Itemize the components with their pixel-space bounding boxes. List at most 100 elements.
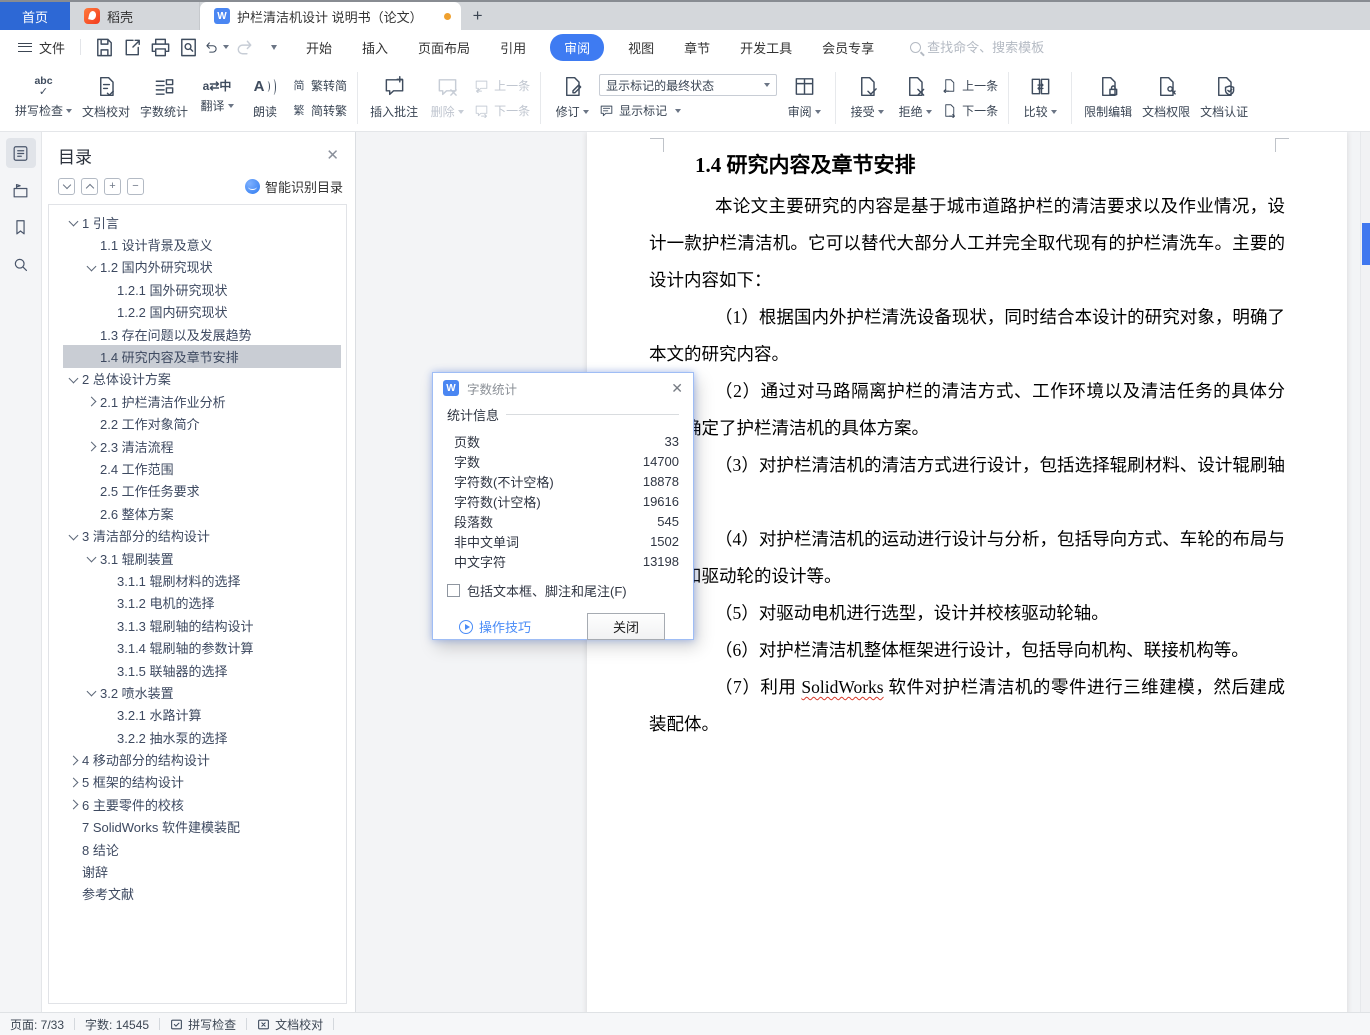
menu-tab[interactable]: 开始 — [300, 34, 338, 61]
toc-item[interactable]: 2.3 清洁流程 — [49, 435, 346, 457]
menu-tab[interactable]: 章节 — [678, 34, 716, 61]
toc-item[interactable]: 3.2.1 水路计算 — [49, 704, 346, 726]
compare-button[interactable]: 比较 — [1016, 68, 1064, 128]
toc-item[interactable]: 3.2.2 抽水泵的选择 — [49, 726, 346, 748]
toc-item[interactable]: 3.1 辊刷装置 — [49, 547, 346, 569]
file-menu-button[interactable]: 文件 — [12, 38, 71, 57]
search-input[interactable] — [927, 39, 1078, 55]
toc-item[interactable]: 1.2 国内外研究现状 — [49, 256, 346, 278]
command-search[interactable] — [910, 39, 1078, 55]
save-button[interactable] — [91, 35, 117, 59]
toc-item[interactable]: 4 移动部分的结构设计 — [49, 748, 346, 770]
rail-navigation-button[interactable] — [6, 175, 36, 205]
restrict-edit-icon — [1097, 75, 1117, 98]
toc-item[interactable]: 2.6 整体方案 — [49, 502, 346, 524]
toc-item[interactable]: 3.1.4 辊刷轴的参数计算 — [49, 636, 346, 658]
scrollbar-thumb[interactable] — [1362, 223, 1370, 265]
toc-item[interactable]: 1 引言 — [49, 211, 346, 233]
toc-item[interactable]: 8 结论 — [49, 838, 346, 860]
menu-tab[interactable]: 视图 — [622, 34, 660, 61]
undo-button[interactable] — [203, 35, 230, 59]
toc-item[interactable]: 谢辞 — [49, 860, 346, 882]
collapse-all-button[interactable] — [81, 178, 98, 195]
toc-item[interactable]: 2 总体设计方案 — [49, 368, 346, 390]
restrict-edit-button[interactable]: 限制编辑 — [1079, 68, 1137, 128]
toc-item[interactable]: 2.1 护栏清洁作业分析 — [49, 390, 346, 412]
toc-item[interactable]: 2.4 工作范围 — [49, 457, 346, 479]
read-aloud-button[interactable]: A 朗读 — [241, 68, 289, 128]
tab-home[interactable]: 首页 — [0, 2, 70, 30]
toc-item[interactable]: 3.1.1 辊刷材料的选择 — [49, 569, 346, 591]
toc-item[interactable]: 2.5 工作任务要求 — [49, 480, 346, 502]
menu-tab[interactable]: 插入 — [356, 34, 394, 61]
toc-item[interactable]: 6 主要零件的校核 — [49, 793, 346, 815]
menu-tab[interactable]: 引用 — [494, 34, 532, 61]
accept-change-button[interactable]: 接受 — [843, 68, 891, 128]
rail-bookmark-button[interactable] — [6, 212, 36, 242]
menu-tab[interactable]: 页面布局 — [412, 34, 476, 61]
toc-item[interactable]: 1.1 设计背景及意义 — [49, 233, 346, 255]
toc-item[interactable]: 1.2.2 国内研究现状 — [49, 301, 346, 323]
toc-item[interactable]: 1.4 研究内容及章节安排 — [49, 345, 346, 369]
show-markup-button[interactable]: 显示标记 — [599, 100, 777, 121]
print-button[interactable] — [147, 35, 173, 59]
prev-change-button[interactable]: 上一条 — [942, 75, 998, 96]
trad-to-simp-button[interactable]: 简繁转简 — [292, 75, 348, 96]
word-count-button[interactable]: 字数统计 — [135, 68, 193, 128]
new-tab-button[interactable]: + — [461, 2, 495, 30]
simp-to-trad-button[interactable]: 繁简转繁 — [292, 100, 348, 121]
stat-row: 字符数(不计空格) 18878 — [447, 471, 679, 491]
dialog-title-bar[interactable]: W 字数统计 ✕ — [433, 373, 693, 403]
toc-close-button[interactable]: ✕ — [326, 148, 339, 163]
print-preview-button[interactable] — [175, 35, 201, 59]
toc-item[interactable]: 1.3 存在问题以及发展趋势 — [49, 323, 346, 345]
document-page[interactable]: 1.4 研究内容及章节安排 本论文主要研究的内容是基于城市道路护栏的清洁要求以及… — [587, 132, 1347, 1012]
menu-tab[interactable]: 开发工具 — [734, 34, 798, 61]
spell-check-button[interactable]: abc ✓ 拼写检查 — [10, 68, 77, 128]
toc-item[interactable]: 2.2 工作对象简介 — [49, 413, 346, 435]
toc-item[interactable]: 3 清洁部分的结构设计 — [49, 524, 346, 546]
toolbar-more-button[interactable] — [259, 35, 285, 59]
rail-toc-button[interactable] — [5, 138, 36, 168]
next-change-button[interactable]: 下一条 — [942, 100, 998, 121]
vertical-scrollbar[interactable] — [1360, 132, 1370, 1012]
menu-tab[interactable]: 会员专享 — [816, 34, 880, 61]
smart-recognize-toc-button[interactable]: 智能识别目录 — [244, 177, 343, 196]
tab-document[interactable]: W 护栏清洁机设计 说明书（论文） — [200, 2, 461, 30]
tips-link[interactable]: 操作技巧 — [459, 617, 531, 636]
doc-auth-button[interactable]: 文档认证 — [1195, 68, 1253, 128]
close-button[interactable]: 关闭 — [587, 613, 665, 640]
toc-item[interactable]: 7 SolidWorks 软件建模装配 — [49, 816, 346, 838]
insert-comment-button[interactable]: 插入批注 — [365, 68, 423, 128]
ribbon-separator — [835, 71, 837, 124]
export-button[interactable] — [119, 35, 145, 59]
toc-chevron-icon — [85, 461, 100, 475]
track-changes-button[interactable]: 修订 — [548, 68, 596, 128]
expand-level-button[interactable]: + — [104, 178, 121, 195]
toc-item[interactable]: 3.2 喷水装置 — [49, 681, 346, 703]
toc-item[interactable]: 3.1.2 电机的选择 — [49, 592, 346, 614]
toc-chevron-icon — [85, 238, 100, 252]
redo-button — [231, 35, 257, 59]
toc-chevron-icon — [67, 820, 82, 834]
doc-permission-button[interactable]: 文档权限 — [1137, 68, 1195, 128]
expand-all-button[interactable] — [58, 178, 75, 195]
toc-item[interactable]: 参考文献 — [49, 883, 346, 905]
tab-docer[interactable]: 稻壳 — [70, 2, 200, 30]
doc-proof-button[interactable]: 文档校对 — [77, 68, 135, 128]
dialog-close-icon[interactable]: ✕ — [671, 381, 683, 395]
review-pane-button[interactable]: 审阅 — [780, 68, 828, 128]
translate-button[interactable]: a⇄中 翻译 — [193, 68, 241, 128]
toc-item[interactable]: 1.2.1 国外研究现状 — [49, 278, 346, 300]
toc-item[interactable]: 3.1.5 联轴器的选择 — [49, 659, 346, 681]
menu-tab[interactable]: 审阅 — [550, 33, 605, 61]
toc-item[interactable]: 5 框架的结构设计 — [49, 771, 346, 793]
rail-search-button[interactable] — [6, 249, 36, 279]
doc-proof-toggle[interactable]: 文档校对 — [257, 1016, 323, 1033]
toc-item[interactable]: 3.1.3 辊刷轴的结构设计 — [49, 614, 346, 636]
reject-change-button[interactable]: 拒绝 — [891, 68, 939, 128]
include-footnotes-checkbox[interactable]: 包括文本框、脚注和尾注(F) — [447, 581, 679, 600]
spell-check-toggle[interactable]: 拼写检查 — [170, 1016, 236, 1033]
markup-state-select[interactable]: 显示标记的最终状态 — [599, 74, 778, 96]
collapse-level-button[interactable]: − — [127, 178, 144, 195]
